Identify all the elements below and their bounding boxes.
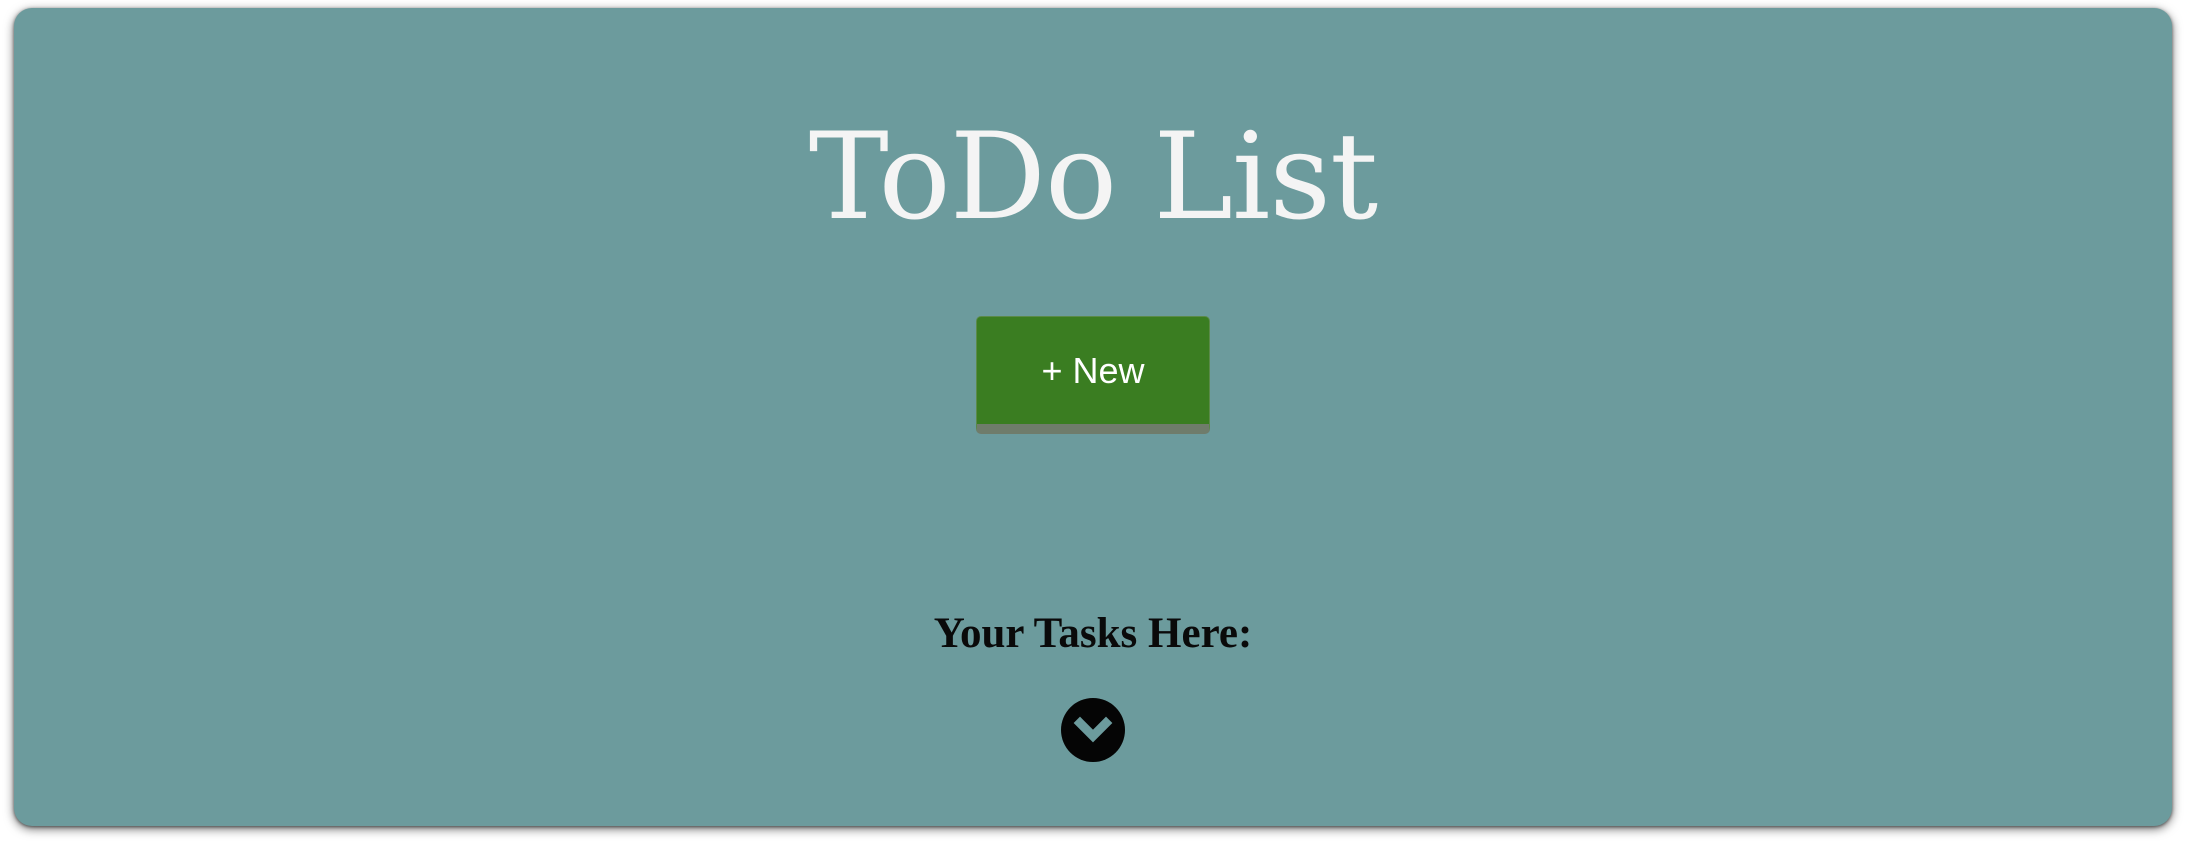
todo-card: ToDo List + New Your Tasks Here: [14,8,2172,826]
chevron-down-icon [1073,716,1113,743]
page-title: ToDo List [808,108,1378,247]
expand-tasks-button[interactable] [1061,698,1125,762]
tasks-heading: Your Tasks Here: [933,610,1253,657]
new-task-button[interactable]: + New [976,316,1210,434]
